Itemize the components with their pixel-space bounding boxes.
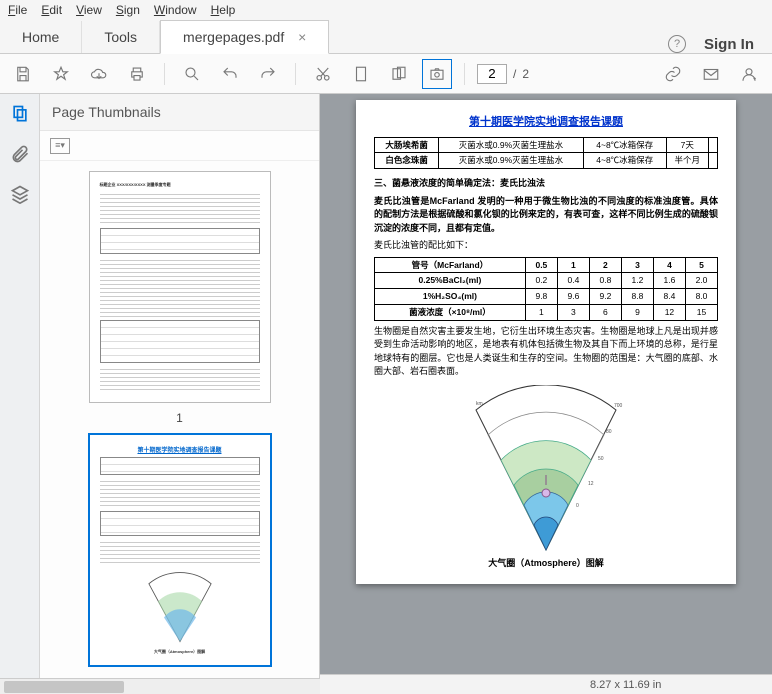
thumbnail-label-1: 1 bbox=[176, 411, 183, 425]
svg-text:12: 12 bbox=[588, 481, 594, 487]
svg-text:80: 80 bbox=[606, 429, 612, 435]
tab-document[interactable]: mergepages.pdf × bbox=[160, 20, 329, 54]
svg-text:700: 700 bbox=[614, 403, 623, 409]
menu-edit[interactable]: Edit bbox=[41, 3, 62, 17]
user-icon[interactable] bbox=[734, 59, 764, 89]
menu-file[interactable]: File bbox=[8, 3, 27, 17]
paragraph-1b: 麦氏比浊管的配比如下： bbox=[374, 239, 718, 253]
link-icon[interactable] bbox=[658, 59, 688, 89]
menu-help[interactable]: Help bbox=[211, 3, 236, 17]
section-3-heading: 三、菌悬液浓度的简单确定法：麦氏比浊法 bbox=[374, 177, 718, 191]
page-icon[interactable] bbox=[346, 59, 376, 89]
page-sep: / bbox=[513, 67, 516, 81]
page-dimensions: 8.27 x 11.69 in bbox=[590, 679, 661, 691]
page-current-input[interactable] bbox=[477, 64, 507, 84]
menu-bar: File Edit View Sign Window Help bbox=[0, 0, 772, 20]
side-rail bbox=[0, 94, 40, 694]
thumbnails-panel: Page Thumbnails ≡▾ 标题企业 XXX/XXX/XXXX 测量季… bbox=[40, 94, 320, 694]
attachments-rail-icon[interactable] bbox=[10, 144, 30, 164]
help-icon[interactable]: ? bbox=[668, 35, 686, 53]
document-viewer[interactable]: 第十期医学院实地调查报告课题 大肠埃希菌灭菌水或0.9%灭菌生理盐水4~8℃冰箱… bbox=[320, 94, 772, 694]
paragraph-1: 麦氏比浊管是McFarland 发明的一种用于微生物比浊的不同浊度的标准浊度管。… bbox=[374, 195, 718, 236]
menu-window[interactable]: Window bbox=[154, 3, 197, 17]
svg-text:km: km bbox=[476, 401, 483, 407]
search-icon[interactable] bbox=[177, 59, 207, 89]
thumbnails-toolbar: ≡▾ bbox=[40, 131, 319, 161]
thumbnails-list[interactable]: 标题企业 XXX/XXX/XXXX 测量季度专题 1 第十期医学院实地调查报告课… bbox=[40, 161, 319, 694]
tab-tools[interactable]: Tools bbox=[82, 21, 160, 53]
cloud-icon[interactable] bbox=[84, 59, 114, 89]
tab-bar: Home Tools mergepages.pdf × ? Sign In bbox=[0, 20, 772, 54]
pages-icon[interactable] bbox=[384, 59, 414, 89]
table-mcfarland: 管号（McFarland）0.512345 0.25%BaCl₂(ml)0.20… bbox=[374, 257, 718, 321]
tab-document-label: mergepages.pdf bbox=[183, 29, 284, 45]
tab-home[interactable]: Home bbox=[0, 21, 82, 53]
diagram-caption: 大气圈（Atmosphere）图解 bbox=[374, 557, 718, 571]
thumbnails-options-icon[interactable]: ≡▾ bbox=[50, 138, 70, 154]
toolbar: / 2 bbox=[0, 54, 772, 94]
redo-icon[interactable] bbox=[253, 59, 283, 89]
page-content: 第十期医学院实地调查报告课题 大肠埃希菌灭菌水或0.9%灭菌生理盐水4~8℃冰箱… bbox=[356, 100, 736, 584]
cut-icon[interactable] bbox=[308, 59, 338, 89]
paragraph-2: 生物圈是自然灾害主要发生地，它衍生出环境生态灾害。生物圈是地球上凡是出现并感受到… bbox=[374, 325, 718, 379]
table-bacteria: 大肠埃希菌灭菌水或0.9%灭菌生理盐水4~8℃冰箱保存7天 白色念珠菌灭菌水或0… bbox=[374, 137, 718, 170]
mail-icon[interactable] bbox=[696, 59, 726, 89]
menu-view[interactable]: View bbox=[76, 3, 102, 17]
menu-sign[interactable]: Sign bbox=[116, 3, 140, 17]
print-icon[interactable] bbox=[122, 59, 152, 89]
layers-rail-icon[interactable] bbox=[10, 184, 30, 204]
sign-in-button[interactable]: Sign In bbox=[704, 36, 754, 53]
svg-text:50: 50 bbox=[598, 456, 604, 462]
thumbnails-rail-icon[interactable] bbox=[10, 104, 30, 124]
thumbnails-title: Page Thumbnails bbox=[40, 94, 319, 131]
save-icon[interactable] bbox=[8, 59, 38, 89]
star-icon[interactable] bbox=[46, 59, 76, 89]
svg-text:0: 0 bbox=[576, 503, 579, 509]
page-total: 2 bbox=[522, 67, 529, 81]
thumbnail-page-1[interactable]: 标题企业 XXX/XXX/XXXX 测量季度专题 bbox=[89, 171, 271, 403]
doc-title: 第十期医学院实地调查报告课题 bbox=[374, 114, 718, 131]
thumbnail-page-2[interactable]: 第十期医学院实地调查报告课题 大气圈（Atmosphere）图解 bbox=[88, 433, 272, 667]
snapshot-icon[interactable] bbox=[422, 59, 452, 89]
undo-icon[interactable] bbox=[215, 59, 245, 89]
tab-close-icon[interactable]: × bbox=[298, 29, 306, 45]
atmosphere-diagram: km 700 80 50 12 0 bbox=[446, 385, 646, 555]
status-bar: 8.27 x 11.69 in bbox=[320, 674, 772, 694]
page-navigator: / 2 bbox=[477, 64, 529, 84]
